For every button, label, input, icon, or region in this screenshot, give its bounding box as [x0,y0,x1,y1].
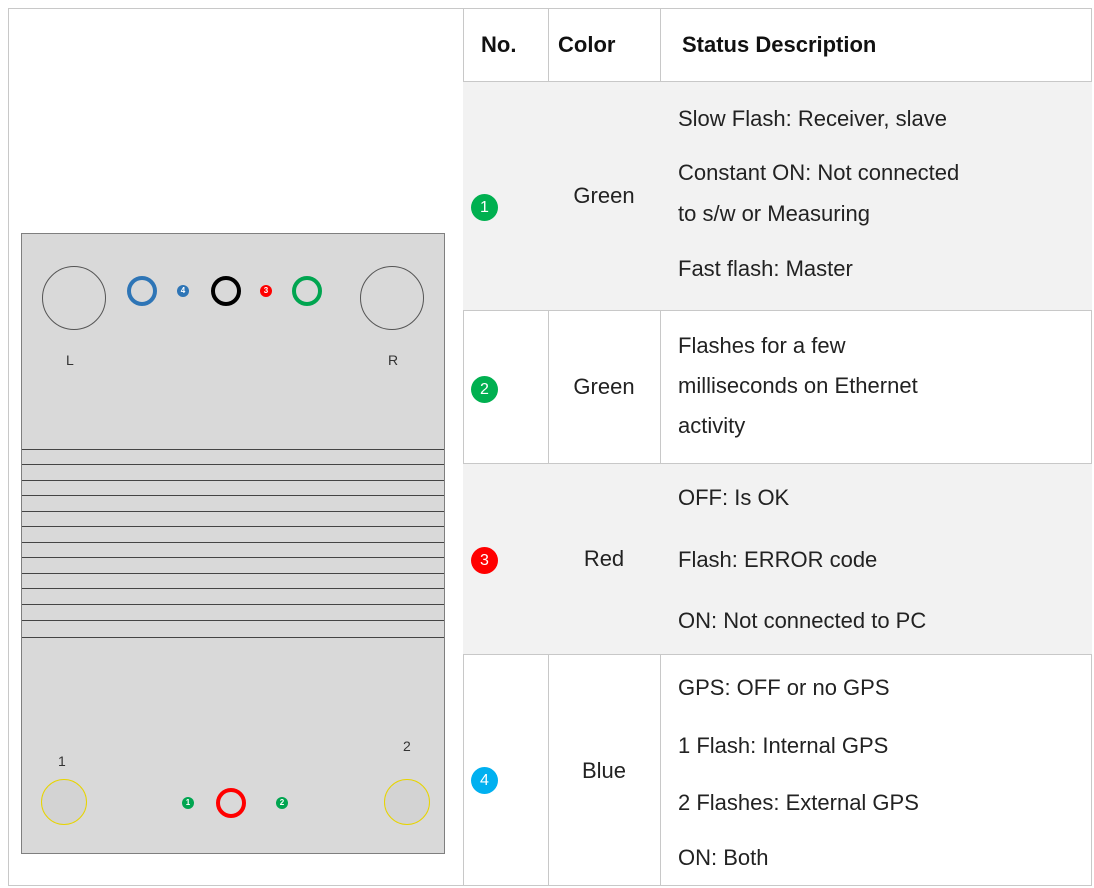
led-3-marker: 3 [260,285,272,297]
grille-line [22,526,444,527]
grille-line [22,557,444,558]
header-color: Color [558,31,616,57]
description-line: to s/w or Measuring [678,201,870,226]
description-line: Flash: ERROR code [678,547,878,572]
description-line: ON: Both [678,845,769,870]
table-row: 4 Blue GPS: OFF or no GPS 1 Flash: Inter… [463,654,1092,886]
description-line: ON: Not connected to PC [678,608,927,633]
foot-2-icon [384,779,430,825]
left-speaker-icon [42,266,106,330]
row-color: Green [573,183,635,208]
description-line: milliseconds on Ethernet [678,373,918,398]
led-1-marker: 1 [182,797,194,809]
row-no-cell: 1 [463,82,548,310]
description-line: GPS: OFF or no GPS [678,675,890,700]
grille-line [22,620,444,621]
header-description: Status Description [682,31,877,57]
description-line: 2 Flashes: External GPS [678,790,919,815]
row-description: Flashes for a few milliseconds on Ethern… [660,311,1092,463]
right-speaker-icon [360,266,424,330]
foot-1-label: 1 [58,753,66,769]
row-number-badge: 2 [471,376,498,403]
grille-line [22,495,444,496]
grille-line [22,464,444,465]
row-no-cell: 4 [463,655,548,886]
left-speaker-label: L [66,352,74,368]
row-description: GPS: OFF or no GPS 1 Flash: Internal GPS… [660,655,1092,886]
grille-line [22,588,444,589]
led-2-marker: 2 [276,797,288,809]
row-description: Slow Flash: Receiver, slave Constant ON:… [660,82,1092,310]
green-led-ring [292,276,322,306]
grille-line [22,511,444,512]
table-header-row: No. Color Status Description [463,8,1092,81]
grille-line [22,480,444,481]
description-line: OFF: Is OK [678,485,790,510]
grille-line [22,637,444,638]
led-4-marker: 4 [177,285,189,297]
row-description: OFF: Is OK Flash: ERROR code ON: Not con… [660,464,1092,654]
grille-line [22,449,444,450]
description-line: activity [678,413,746,438]
foot-1-icon [41,779,87,825]
description-line: Slow Flash: Receiver, slave [678,106,947,131]
row-number-badge: 4 [471,767,498,794]
description-line: Constant ON: Not connected [678,160,960,185]
header-no: No. [481,31,517,57]
row-number-badge: 1 [471,194,498,221]
right-speaker-label: R [388,352,399,368]
description-line: Fast flash: Master [678,256,853,281]
grille-line [22,604,444,605]
table-row: 1 Green Slow Flash: Receiver, slave Cons… [463,81,1092,310]
description-line: Flashes for a few [678,333,846,358]
grille-line [22,542,444,543]
red-led-ring [216,788,246,818]
row-number-badge: 3 [471,547,498,574]
device-diagram: L R 4 3 1 2 1 2 [21,233,445,854]
blue-led-ring [127,276,157,306]
row-color: Blue [581,757,627,783]
table-row: 2 Green Flashes for a few milliseconds o… [463,310,1092,463]
row-color: Red [583,546,625,571]
grille-line [22,573,444,574]
row-color: Green [573,374,635,399]
black-led-ring [211,276,241,306]
row-no-cell: 3 [463,464,548,654]
foot-2-label: 2 [403,738,411,754]
row-no-cell: 2 [463,311,548,463]
description-line: 1 Flash: Internal GPS [678,733,889,758]
table-row: 3 Red OFF: Is OK Flash: ERROR code ON: N… [463,463,1092,654]
